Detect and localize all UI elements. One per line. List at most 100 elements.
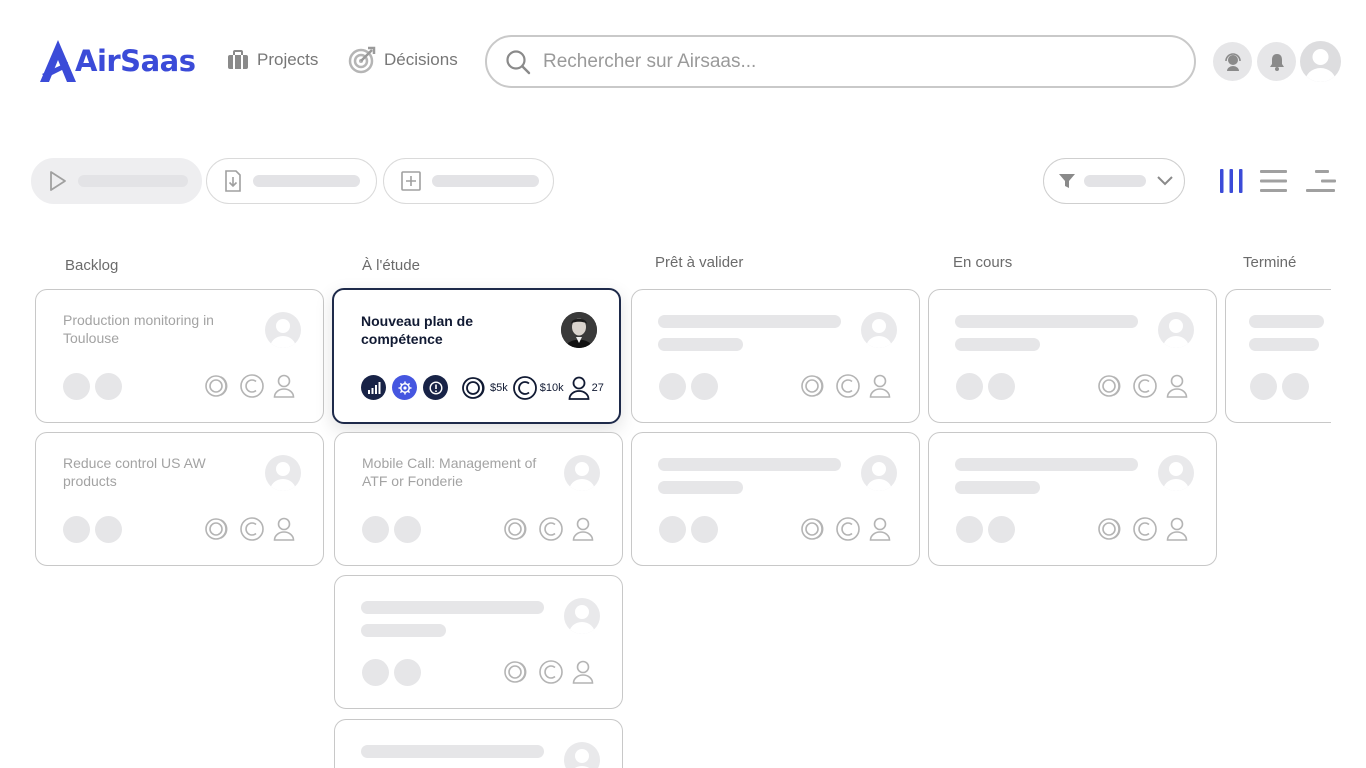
user-placeholder-icon (270, 319, 296, 348)
project-card-placeholder[interactable] (334, 719, 623, 768)
bell-icon (1269, 53, 1284, 71)
nav-decisions[interactable]: Décisions (348, 44, 458, 76)
people-value: 27 (591, 381, 604, 394)
user-avatar-icon (1305, 49, 1336, 82)
support-agent-icon (1224, 52, 1241, 71)
column-title-backlog: Backlog (65, 257, 119, 274)
owner-avatar (265, 312, 301, 348)
budget-coins-icon (801, 375, 824, 397)
owner-avatar (564, 455, 600, 491)
add-button[interactable] (383, 158, 554, 204)
project-card-active[interactable]: Nouveau plan de compétence $5k $10k 27 (332, 288, 621, 424)
filter-dropdown[interactable] (1043, 158, 1185, 204)
signal-bars-icon (367, 381, 380, 394)
project-card[interactable]: Production monitoring in Toulouse (35, 289, 324, 423)
person-icon (869, 517, 891, 541)
cost-coin-icon (539, 660, 563, 684)
user-placeholder-icon (866, 319, 892, 348)
project-card-placeholder[interactable] (631, 289, 920, 423)
search-icon (506, 49, 531, 74)
budget-coins-icon (205, 375, 228, 397)
owner-avatar (1158, 455, 1194, 491)
cost-coin-icon (240, 374, 264, 398)
tag-dots (956, 516, 1020, 543)
cost-coin-icon (836, 374, 860, 398)
cost-coin-icon (539, 517, 563, 541)
user-placeholder-icon (569, 462, 595, 491)
tag-dots (362, 659, 426, 686)
alert-badge (423, 375, 448, 400)
settings-badge (392, 375, 417, 400)
priority-badge (361, 375, 386, 400)
budget-coins-icon (504, 661, 527, 683)
budget-metric: $5k (462, 376, 508, 400)
title-placeholder (361, 624, 446, 637)
pill-label-placeholder (253, 175, 360, 187)
user-placeholder-icon (569, 605, 595, 634)
gantt-view-icon[interactable] (1305, 168, 1336, 194)
support-button[interactable] (1213, 42, 1252, 81)
people-metric: 27 (568, 376, 604, 400)
list-view-icon[interactable] (1259, 168, 1288, 194)
project-card-placeholder[interactable] (1225, 289, 1331, 423)
project-card-placeholder[interactable] (928, 432, 1217, 566)
tag-dots (63, 516, 127, 543)
card-title: Mobile Call: Management of ATF or Fonder… (362, 455, 537, 489)
filter-icon (1059, 174, 1075, 188)
cost-coin-icon (836, 517, 860, 541)
project-card-placeholder[interactable] (334, 575, 623, 709)
project-card-placeholder[interactable] (928, 289, 1217, 423)
user-placeholder-icon (574, 749, 590, 768)
card-metrics (197, 517, 295, 541)
budget-coins-icon (504, 518, 527, 540)
budget-coins-icon (1098, 518, 1121, 540)
user-placeholder-icon (270, 462, 296, 491)
project-card[interactable]: Reduce control US AW products (35, 432, 324, 566)
nav-decisions-label: Décisions (384, 50, 458, 69)
card-metrics (1090, 517, 1188, 541)
card-metrics (793, 374, 891, 398)
card-metrics (197, 374, 295, 398)
title-placeholder (955, 458, 1138, 471)
budget-coins-icon (801, 518, 824, 540)
filter-label-placeholder (1084, 175, 1146, 187)
owner-avatar (561, 312, 597, 348)
airsaas-logo[interactable]: AirSaas (38, 38, 196, 84)
person-icon (572, 517, 594, 541)
person-icon (568, 376, 590, 400)
budget-value: $5k (490, 381, 508, 394)
owner-avatar (564, 598, 600, 634)
pill-label-placeholder (78, 175, 188, 187)
nav-projects[interactable]: Projects (227, 44, 318, 76)
gear-icon (398, 381, 411, 394)
column-title-etude: À l'étude (362, 257, 420, 274)
cost-value: $10k (539, 381, 564, 394)
search-input[interactable] (543, 50, 1143, 73)
tag-dots (956, 373, 1020, 400)
column-title-pret: Prêt à valider (655, 254, 744, 271)
nav-projects-label: Projects (257, 50, 319, 69)
tag-dots (659, 373, 723, 400)
notifications-button[interactable] (1257, 42, 1296, 81)
person-icon (869, 374, 891, 398)
person-icon (1166, 374, 1188, 398)
play-button[interactable] (31, 158, 202, 204)
project-card[interactable]: Mobile Call: Management of ATF or Fonder… (334, 432, 623, 566)
logo-text: AirSaas (75, 44, 196, 78)
user-avatar-button[interactable] (1300, 41, 1341, 82)
title-placeholder (955, 315, 1138, 328)
cost-metric: $10k (512, 375, 564, 400)
cost-coin-icon (512, 375, 537, 400)
project-card-placeholder[interactable] (631, 432, 920, 566)
owner-photo (561, 312, 597, 348)
person-icon (273, 374, 295, 398)
title-placeholder (1249, 315, 1324, 328)
export-button[interactable] (206, 158, 377, 204)
user-placeholder-icon (1163, 319, 1189, 348)
kanban-view-icon[interactable] (1219, 168, 1244, 194)
budget-coins-icon (462, 376, 485, 399)
search-bar[interactable] (485, 35, 1196, 88)
add-icon (401, 171, 421, 191)
user-placeholder-icon (1163, 462, 1189, 491)
tag-dots (362, 516, 426, 543)
